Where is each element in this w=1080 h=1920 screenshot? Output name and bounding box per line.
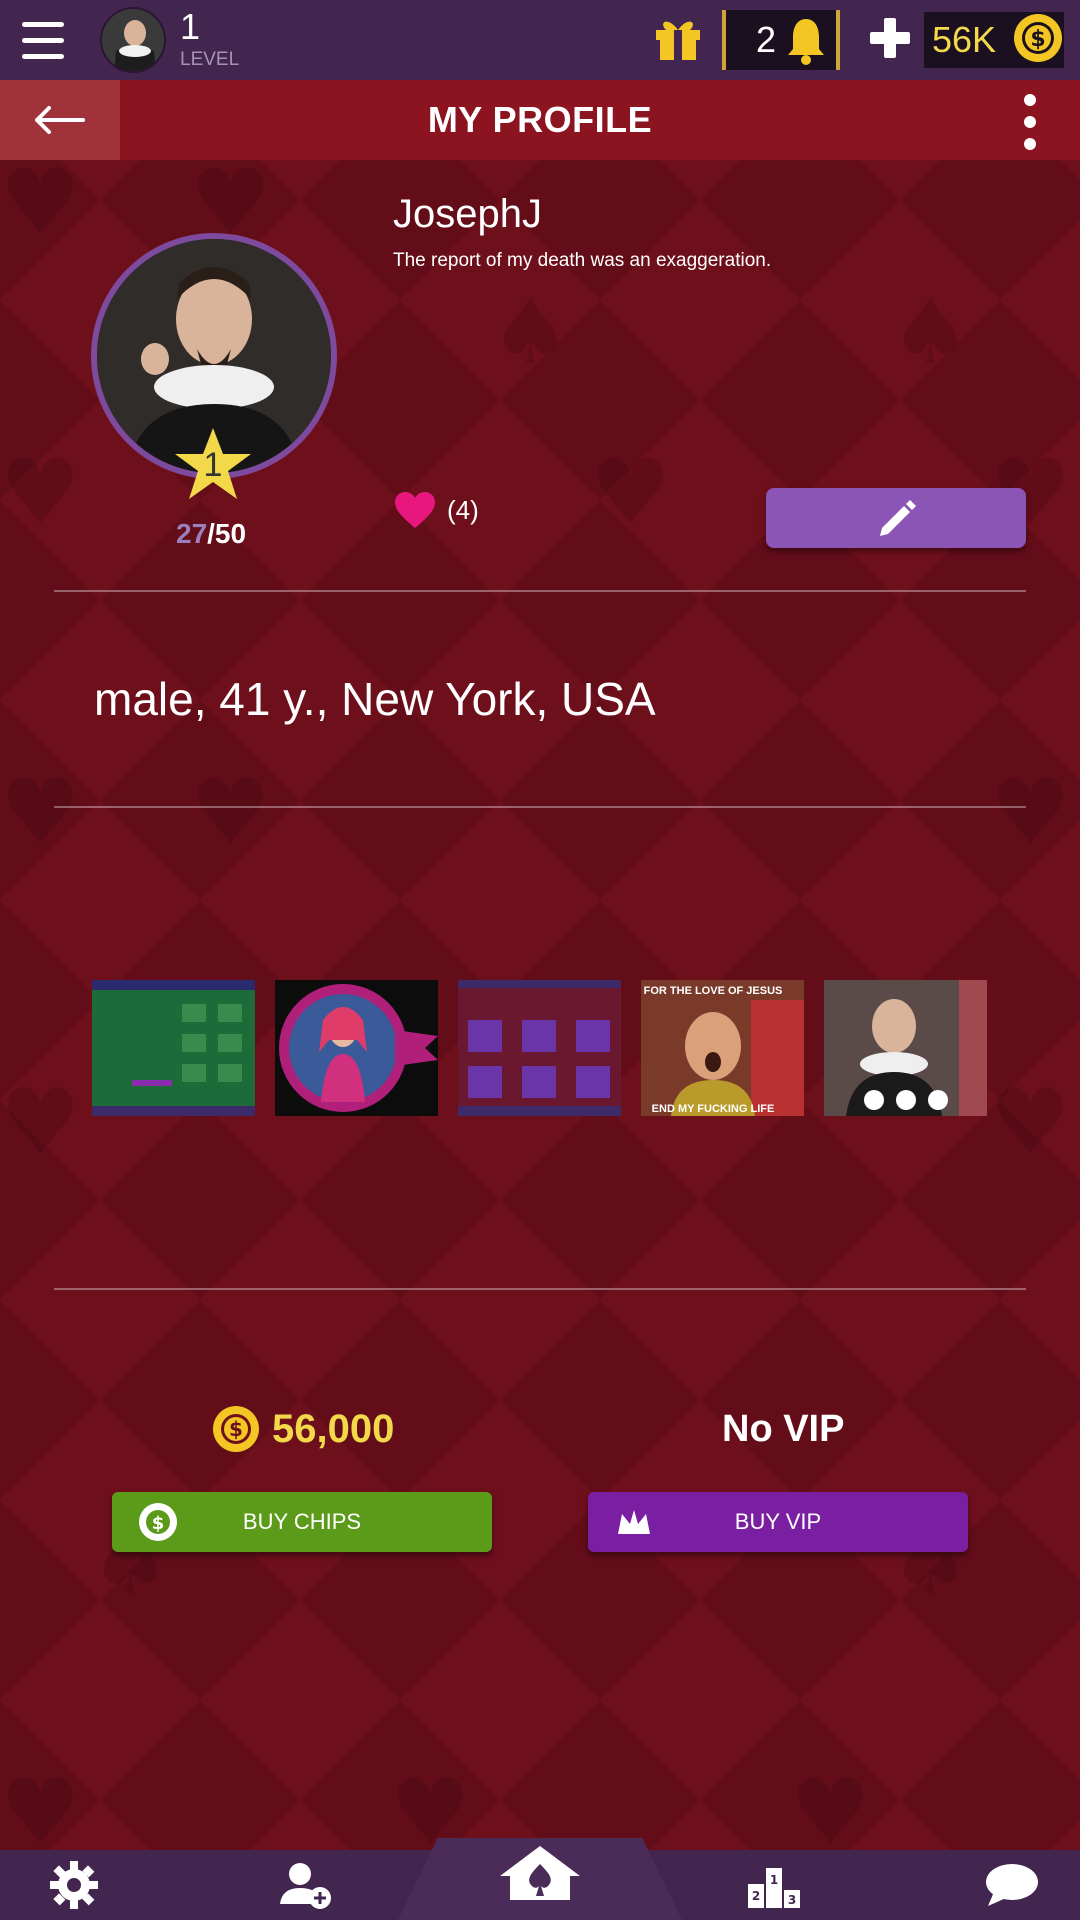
chip-coin-icon: $ [1014,14,1062,62]
page-header: MY PROFILE [0,80,1080,160]
meme-bottom-text: END MY FUCKING LIFE [652,1103,775,1115]
likes-button[interactable]: (4) [393,490,479,530]
level-number: 1 [180,6,201,47]
photo-thumbnail-3[interactable] [458,980,621,1116]
chips-counter[interactable]: 56K $ [924,12,1064,68]
chips-short-value: 56K [932,19,997,60]
divider [54,1288,1026,1290]
buy-chips-button[interactable]: $ BUY CHIPS [112,1492,492,1552]
home-spade-icon[interactable] [496,1842,584,1902]
xp-total: /50 [207,518,247,549]
page-title: MY PROFILE [427,99,653,140]
svg-text:$: $ [1030,27,1045,52]
buy-chips-label: BUY CHIPS [242,1509,362,1534]
plus-icon[interactable] [866,14,914,62]
svg-text:2: 2 [752,1889,760,1903]
photo-thumbnail-4[interactable]: FOR THE LOVE OF JESUS END MY FUCKING LIF… [641,980,804,1116]
photo-thumbnail-5[interactable] [824,980,987,1116]
pencil-icon [880,500,916,536]
xp-current: 27 [176,518,208,549]
avatar[interactable] [100,7,166,73]
bell-icon [788,19,825,65]
meme-top-text: FOR THE LOVE OF JESUS [644,985,783,997]
level-indicator: 1 LEVEL [180,9,239,71]
buy-vip-button[interactable]: BUY VIP [588,1492,968,1552]
xp-progress: 27/50 [176,518,246,550]
vip-status: No VIP [722,1408,845,1450]
chat-icon[interactable] [984,1860,1040,1910]
divider [54,590,1026,592]
leaderboard-icon[interactable]: 2 1 3 [746,1860,802,1910]
add-friend-icon[interactable] [278,1860,334,1910]
status-text: The report of my death was an exaggerati… [393,250,772,271]
back-button[interactable] [0,80,120,160]
username: JosephJ [393,192,542,236]
top-bar: 1 LEVEL 2 56K $ [0,0,1080,80]
level-badge: 1 [203,446,223,484]
photo-thumbnail-1[interactable] [92,980,255,1116]
notifications-button[interactable]: 2 [722,10,840,70]
svg-text:1: 1 [770,1873,778,1887]
level-label: LEVEL [180,49,240,70]
gift-icon[interactable] [652,14,704,62]
gear-icon[interactable] [46,1860,102,1910]
chip-coin-icon: $ [213,1406,259,1452]
likes-count: (4) [447,494,479,525]
more-photos-icon [824,1090,987,1110]
heart-icon [395,492,435,528]
chip-coin-icon: $ [139,1503,177,1541]
back-arrow-icon [35,106,85,134]
bio-text: male, 41 y., New York, USA [94,673,656,725]
svg-text:$: $ [229,1417,243,1441]
svg-text:$: $ [152,1513,165,1534]
buy-vip-label: BUY VIP [734,1509,822,1534]
chips-balance-value: 56,000 [272,1406,395,1451]
more-vertical-icon[interactable] [1020,94,1040,150]
photo-thumbnail-2[interactable] [275,980,438,1116]
crown-icon [618,1510,650,1534]
divider [54,806,1026,808]
menu-icon[interactable] [22,10,82,70]
edit-profile-button[interactable] [766,488,1026,548]
notification-count: 2 [756,19,777,60]
photo-gallery: FOR THE LOVE OF JESUS END MY FUCKING LIF… [92,980,987,1116]
svg-text:3: 3 [788,1893,796,1907]
chips-balance: $ 56,000 [212,1405,394,1453]
